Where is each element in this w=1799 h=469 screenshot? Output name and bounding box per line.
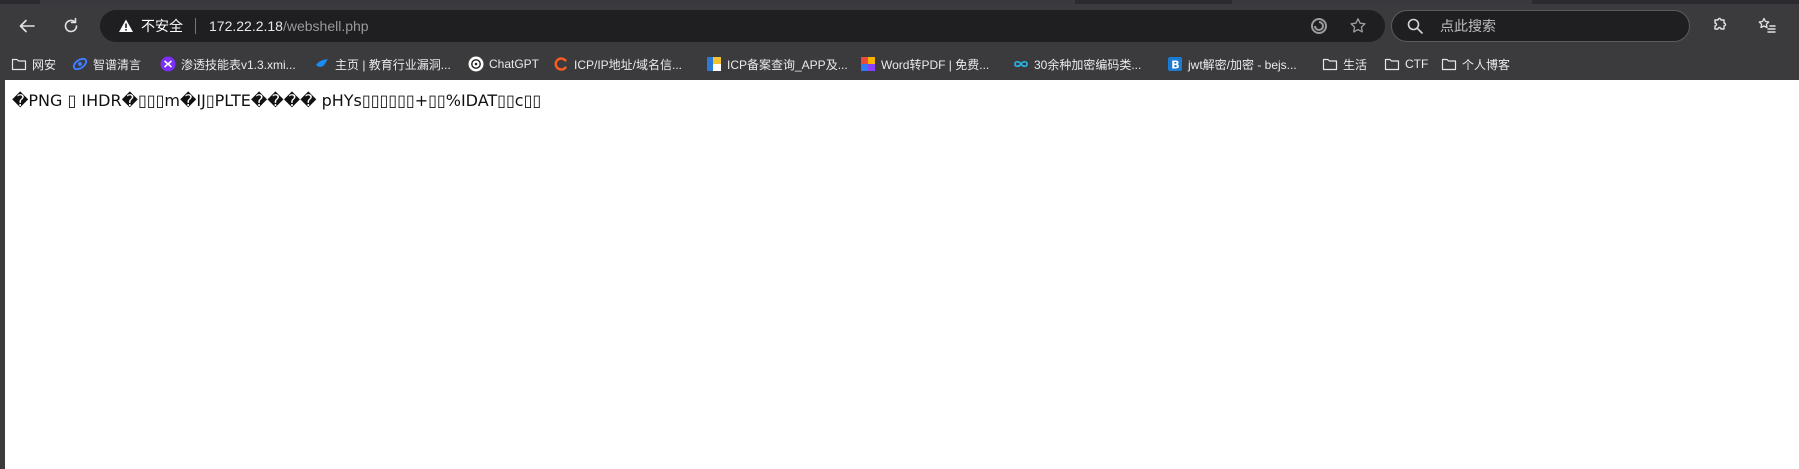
url-path: /webshell.php — [282, 18, 369, 34]
warning-icon[interactable] — [118, 18, 134, 34]
back-button[interactable] — [12, 11, 42, 41]
page-refresh-badge[interactable] — [1309, 16, 1329, 36]
bookmark-label: ICP/IP地址/域名信... — [574, 57, 683, 72]
openai-icon — [468, 56, 484, 72]
page-content: �PNG ▯ IHDR�▯▯▯m�IJ▯PLTE���� pHYs▯▯▯▯▯▯+… — [5, 80, 1799, 469]
favorites-menu-button[interactable] — [1752, 11, 1782, 41]
bookmark-label: Word转PDF | 免费... — [881, 57, 990, 72]
bookmark-jwt[interactable]: B jwt解密/加密 - bejs... — [1167, 53, 1297, 75]
puzzle-icon — [1714, 17, 1727, 30]
edu-bird-icon — [314, 56, 330, 72]
bookmark-label: 生活 — [1343, 57, 1368, 72]
url-host: 172.22.2.18 — [209, 18, 283, 34]
folder-icon — [11, 56, 27, 72]
bookmark-folder-ctf[interactable]: CTF — [1384, 53, 1428, 75]
bookmark-label: 网安 — [32, 57, 57, 72]
bookmark-xmind[interactable]: 渗透技能表v1.3.xmi... — [160, 53, 296, 75]
edge-refresh-icon — [1311, 18, 1327, 34]
folder-icon — [1322, 56, 1338, 72]
favorites-list-icon — [1758, 17, 1776, 33]
content-frame: �PNG ▯ IHDR�▯▯▯m�IJ▯PLTE���� pHYs▯▯▯▯▯▯+… — [0, 80, 1799, 469]
folder-icon — [1441, 56, 1457, 72]
bookmark-label: 30余种加密编码类... — [1034, 57, 1142, 72]
bookmark-icp-app[interactable]: ICP备案查询_APP及... — [706, 53, 848, 75]
bookmark-label: CTF — [1405, 57, 1429, 71]
address-bar[interactable]: 不安全 172.22.2.18/webshell.php — [100, 10, 1385, 42]
toolbar: 不安全 172.22.2.18/webshell.php 点此搜索 — [0, 4, 1799, 48]
zhipu-icon — [72, 56, 88, 72]
favorite-button[interactable] — [1348, 16, 1368, 36]
refresh-button[interactable] — [56, 11, 86, 41]
extensions-button[interactable] — [1703, 11, 1733, 41]
bookmark-label: 智谱清言 — [93, 57, 142, 72]
bejson-icon: B — [1167, 56, 1183, 72]
bookmark-word-pdf[interactable]: Word转PDF | 免费... — [860, 53, 989, 75]
bookmark-encoding[interactable]: 30余种加密编码类... — [1013, 53, 1141, 75]
word-pdf-icon — [860, 56, 876, 72]
bookmark-edu-vuln[interactable]: 主页 | 教育行业漏洞... — [314, 53, 451, 75]
address-divider — [195, 18, 196, 34]
bookmark-label: 个人博客 — [1462, 57, 1511, 72]
refresh-icon — [64, 17, 78, 33]
bookmark-label: 主页 | 教育行业漏洞... — [335, 57, 451, 72]
bookmark-label: jwt解密/加密 - bejs... — [1188, 57, 1297, 72]
folder-icon — [1384, 56, 1400, 72]
bookmark-folder-wangan[interactable]: 网安 — [11, 53, 56, 75]
raw-png-text: �PNG ▯ IHDR�▯▯▯m�IJ▯PLTE���� pHYs▯▯▯▯▯▯+… — [12, 91, 542, 110]
search-box[interactable]: 点此搜索 — [1391, 10, 1690, 42]
bookmark-label: 渗透技能表v1.3.xmi... — [181, 57, 296, 72]
back-arrow-icon — [19, 19, 35, 33]
bookmark-icp-ip[interactable]: ICP/IP地址/域名信... — [553, 53, 682, 75]
url-text[interactable]: 172.22.2.18/webshell.php — [209, 18, 369, 34]
bookmark-folder-life[interactable]: 生活 — [1322, 53, 1367, 75]
browser-window: 不安全 172.22.2.18/webshell.php 点此搜索 网安 智谱清… — [0, 0, 1799, 469]
bookmark-folder-blog[interactable]: 个人博客 — [1441, 53, 1510, 75]
xmind-icon — [160, 56, 176, 72]
star-icon — [1350, 18, 1366, 33]
security-label[interactable]: 不安全 — [141, 18, 183, 34]
bookmark-zhipu[interactable]: 智谱清言 — [72, 53, 141, 75]
icp-flag-icon — [706, 56, 722, 72]
bookmarks-bar: 网安 智谱清言 渗透技能表v1.3.xmi... 主页 | 教育行业漏洞... — [0, 48, 1799, 80]
bookmark-label: ChatGPT — [489, 57, 540, 71]
icp-c-icon — [553, 56, 569, 72]
infinity-icon — [1013, 56, 1029, 72]
bookmark-chatgpt[interactable]: ChatGPT — [468, 53, 539, 75]
bookmark-label: ICP备案查询_APP及... — [727, 57, 848, 72]
search-placeholder: 点此搜索 — [1440, 18, 1496, 34]
svg-text:B: B — [1171, 59, 1179, 72]
search-icon — [1407, 18, 1423, 34]
